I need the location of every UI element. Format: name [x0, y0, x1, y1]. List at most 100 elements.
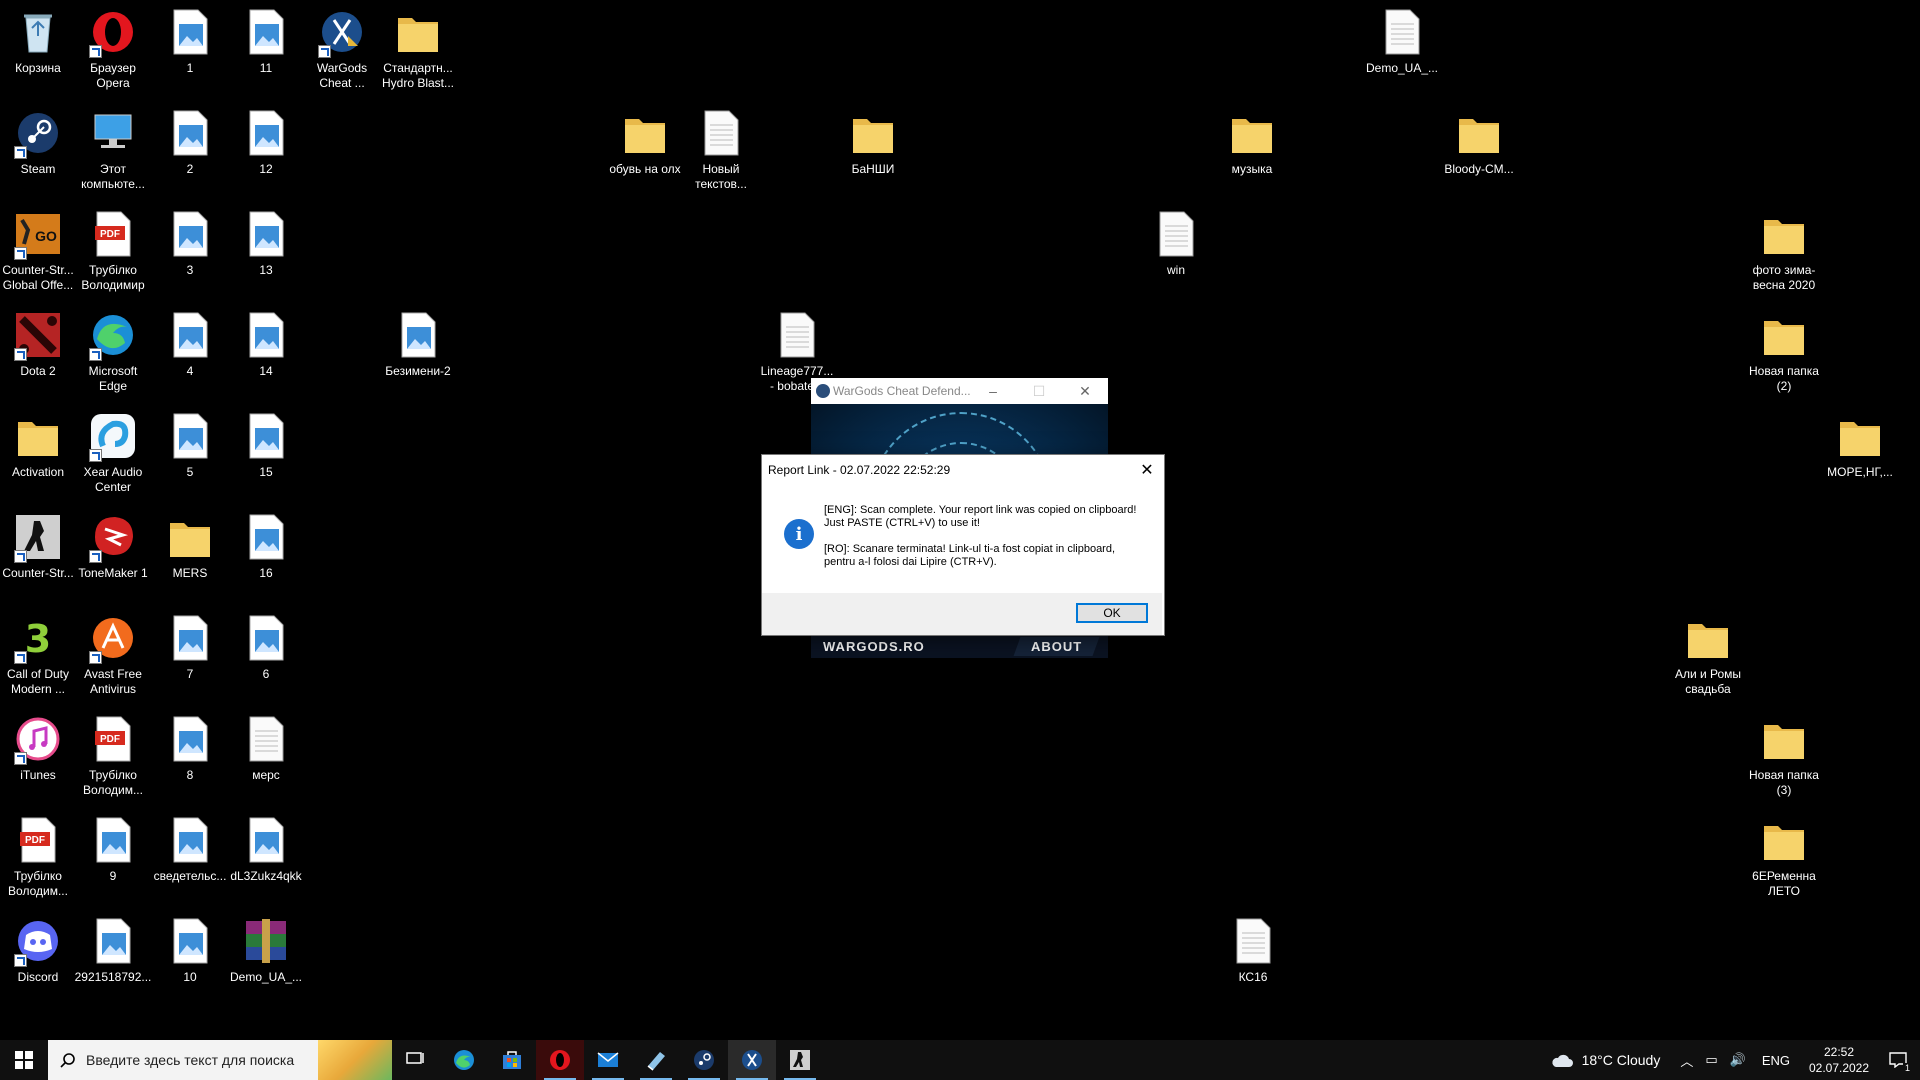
opera-icon [550, 1050, 570, 1070]
dialog-title: Report Link - 02.07.2022 22:52:29 [768, 463, 951, 477]
taskbar-notepad-button[interactable] [632, 1040, 680, 1080]
image-icon [240, 309, 292, 361]
dialog-titlebar[interactable]: Report Link - 02.07.2022 22:52:29 ✕ [762, 455, 1164, 485]
desktop-icon[interactable]: Безимени-2 [373, 303, 463, 379]
desktop-icon-label: 15 [259, 465, 273, 479]
taskbar-task-view-button[interactable] [392, 1040, 440, 1080]
taskbar-steam-button[interactable] [680, 1040, 728, 1080]
folder-icon [1682, 612, 1734, 664]
taskbar-mail-button[interactable] [584, 1040, 632, 1080]
dialog-close-button[interactable]: ✕ [1130, 455, 1164, 485]
svg-text:PDF: PDF [100, 734, 120, 745]
svg-text:PDF: PDF [25, 835, 45, 846]
desktop-icon[interactable]: мерс [221, 707, 311, 783]
svg-text:GO: GO [35, 228, 57, 244]
desktop-icon[interactable]: 6 [221, 606, 311, 682]
search-placeholder: Введите здесь текст для поиска [86, 1052, 295, 1068]
wargods-icon [316, 6, 368, 58]
desktop-icon[interactable]: Стандартн... Hydro Blast... [373, 0, 463, 91]
folder-icon [1758, 814, 1810, 866]
taskbar-wargods-button[interactable] [728, 1040, 776, 1080]
desktop-icon[interactable]: КС16 [1208, 909, 1298, 985]
wargods-icon [742, 1050, 762, 1070]
folder-icon [392, 6, 444, 58]
desktop-icon-label: iTunes [20, 768, 56, 782]
mail-icon [597, 1052, 619, 1067]
taskbar-edge-button[interactable] [440, 1040, 488, 1080]
desktop-icon-label: 4 [186, 364, 194, 378]
cloud-icon [1551, 1054, 1573, 1067]
weather-text: 18°C Cloudy [1581, 1052, 1661, 1068]
desktop-icon-label: Стандартн... Hydro Blast... [381, 61, 455, 90]
clock[interactable]: 22:52 02.07.2022 [1802, 1044, 1876, 1076]
taskbar-opera-button[interactable] [536, 1040, 584, 1080]
avast-icon [87, 612, 139, 664]
close-button[interactable]: ✕ [1062, 378, 1108, 404]
taskbar-store-button[interactable] [488, 1040, 536, 1080]
desktop-icon-label: 10 [183, 970, 197, 984]
image-icon [240, 107, 292, 159]
doc-icon [771, 309, 823, 361]
weather-widget[interactable]: 18°C Cloudy [1550, 1052, 1661, 1068]
desktop-icon-label: 6ЕРеменна ЛЕТО [1752, 869, 1816, 898]
image-icon [164, 612, 216, 664]
doc-icon [1150, 208, 1202, 260]
desktop-icon[interactable]: МОРЕ,НГ,... [1815, 404, 1905, 480]
chevron-up-icon[interactable]: ︿ [1680, 1051, 1693, 1070]
wargods-window-title: WarGods Cheat Defend... [833, 384, 971, 398]
wargods-site-link[interactable]: WARGODS.RO [823, 639, 925, 654]
notification-center-button[interactable]: 1 [1876, 1040, 1920, 1080]
desktop-icon-label: КС16 [1238, 970, 1268, 984]
desktop-icon[interactable]: Новый текстов... [676, 101, 766, 192]
wargods-footer: WARGODS.RO ABOUT [811, 634, 1108, 658]
wargods-titlebar[interactable]: WarGods Cheat Defend... – ☐ ✕ [811, 378, 1108, 404]
search-box[interactable]: Введите здесь текст для поиска [48, 1040, 392, 1080]
desktop-icon[interactable]: win [1131, 202, 1221, 278]
discord-icon [12, 915, 64, 967]
desktop-icon[interactable]: Новая папка (3) [1739, 707, 1829, 798]
store-icon [503, 1051, 521, 1069]
desktop-icon[interactable]: Али и Ромы свадьба [1663, 606, 1753, 697]
about-button[interactable]: ABOUT [1013, 636, 1100, 656]
search-highlight-image [318, 1040, 392, 1080]
search-icon [60, 1053, 75, 1068]
xear-icon [87, 410, 139, 462]
ok-button[interactable]: OK [1076, 603, 1148, 623]
desktop-icon[interactable]: 15 [221, 404, 311, 480]
desktop-icon[interactable]: 6ЕРеменна ЛЕТО [1739, 808, 1829, 899]
desktop-icon-label: Microsoft Edge [88, 364, 138, 393]
desktop-icon-label: мерс [252, 768, 280, 782]
desktop-icon[interactable]: 16 [221, 505, 311, 581]
desktop-icon[interactable]: музыка [1207, 101, 1297, 177]
desktop-icon[interactable]: БаНШИ [828, 101, 918, 177]
desktop-icon[interactable]: 12 [221, 101, 311, 177]
network-icon[interactable]: ▭ [1705, 1052, 1717, 1068]
desktop-icon[interactable]: Новая папка (2) [1739, 303, 1829, 394]
shortcut-arrow-icon [14, 651, 27, 664]
language-indicator[interactable]: ENG [1762, 1053, 1790, 1068]
desktop-icon[interactable]: Demo_UA_... [221, 909, 311, 985]
minimize-button[interactable]: – [970, 378, 1016, 404]
desktop-icon-label: 5 [186, 465, 194, 479]
taskbar-cs16-button[interactable] [776, 1040, 824, 1080]
doc-icon [240, 713, 292, 765]
desktop-icon[interactable]: dL3Zukz4qkk [221, 808, 311, 884]
desktop-icon[interactable]: 14 [221, 303, 311, 379]
image-icon [87, 915, 139, 967]
desktop-icon-label: Call of Duty Modern ... [6, 667, 70, 696]
desktop-icon[interactable]: 13 [221, 202, 311, 278]
desktop-icon[interactable]: фото зима- весна 2020 [1739, 202, 1829, 293]
desktop-icon-label: БаНШИ [851, 162, 895, 176]
folder-icon [1758, 713, 1810, 765]
folder-icon [12, 410, 64, 462]
desktop-icon-label: Steam [20, 162, 56, 176]
desktop-icon[interactable]: Demo_UA_... [1357, 0, 1447, 76]
desktop-icon-label: ToneMaker 1 [78, 566, 148, 580]
start-button[interactable] [0, 1040, 48, 1080]
desktop-icon-label: 8 [186, 768, 194, 782]
notification-count: 1 [1902, 1063, 1912, 1073]
image-icon [164, 410, 216, 462]
dota-icon [12, 309, 64, 361]
volume-icon[interactable]: 🔊 [1730, 1052, 1746, 1068]
desktop-icon[interactable]: Bloody-CM... [1434, 101, 1524, 177]
